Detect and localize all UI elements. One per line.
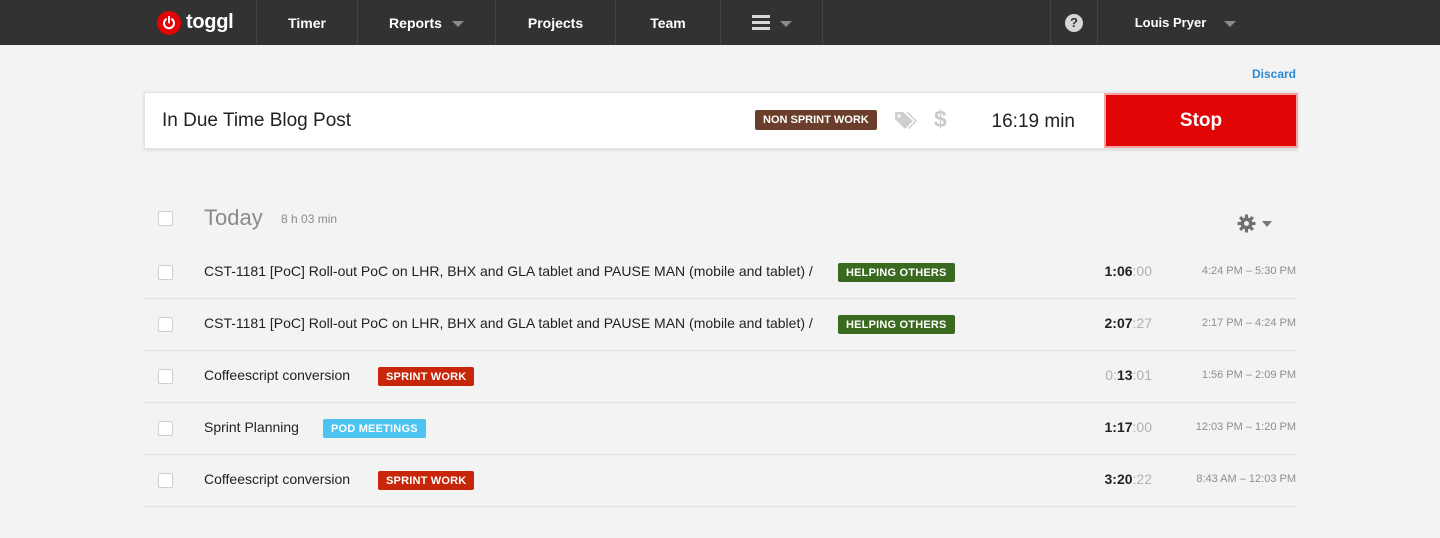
nav-more-menu[interactable] <box>721 0 823 45</box>
time-entry-row[interactable]: Coffeescript conversion SPRINT WORK 3:20… <box>144 455 1296 507</box>
entry-project-badge[interactable]: HELPING OTHERS <box>838 263 955 282</box>
help-icon: ? <box>1065 13 1083 32</box>
entry-duration[interactable]: 1:06:00 <box>1105 263 1153 279</box>
time-entry-row[interactable]: CST-1181 [PoC] Roll-out PoC on LHR, BHX … <box>144 299 1296 351</box>
entry-duration[interactable]: 3:20:22 <box>1105 471 1153 487</box>
power-icon <box>157 10 181 35</box>
entry-checkbox[interactable] <box>158 369 173 384</box>
entry-checkbox[interactable] <box>158 265 173 280</box>
entry-time-range[interactable]: 8:43 AM – 12:03 PM <box>1196 473 1296 485</box>
duration-prefix: 0: <box>1105 367 1117 383</box>
logo-text: toggl <box>186 11 234 33</box>
entry-project-badge[interactable]: HELPING OTHERS <box>838 315 955 334</box>
duration-main: 13 <box>1116 367 1133 383</box>
duration-main: 3:20 <box>1104 471 1133 487</box>
time-entry-row[interactable]: Coffeescript conversion SPRINT WORK 0:13… <box>144 351 1296 403</box>
entry-project-badge[interactable]: SPRINT WORK <box>378 367 475 386</box>
chevron-down-icon <box>451 20 464 27</box>
discard-link[interactable]: Discard <box>1220 67 1296 81</box>
day-total: 8 h 03 min <box>281 212 338 226</box>
duration-seconds: :00 <box>1132 263 1152 279</box>
help-button[interactable]: ? <box>1050 0 1098 45</box>
duration-seconds: :00 <box>1132 419 1152 435</box>
nav-timer-label: Timer <box>288 14 326 31</box>
nav-team[interactable]: Team <box>616 0 721 45</box>
entry-duration[interactable]: 0:13:01 <box>1105 367 1152 383</box>
entry-project-badge[interactable]: SPRINT WORK <box>378 471 475 490</box>
entry-description[interactable]: Coffeescript conversion <box>204 367 350 383</box>
top-navigation-bar: toggl Timer Reports Projects Team ? Loui… <box>0 0 1440 45</box>
entry-time-range[interactable]: 4:24 PM – 5:30 PM <box>1202 265 1296 277</box>
select-day-checkbox[interactable] <box>158 211 173 226</box>
duration-main: 1:06 <box>1104 263 1133 279</box>
entry-time-range[interactable]: 2:17 PM – 4:24 PM <box>1202 317 1296 329</box>
chevron-down-icon <box>1224 20 1237 27</box>
entry-time-range[interactable]: 1:56 PM – 2:09 PM <box>1202 369 1296 381</box>
dollar-icon[interactable]: $ <box>934 106 947 133</box>
duration-seconds: :01 <box>1132 367 1152 383</box>
running-timer-bar: In Due Time Blog Post NON SPRINT WORK $ … <box>144 92 1298 149</box>
entry-description[interactable]: Coffeescript conversion <box>204 471 350 487</box>
chevron-down-icon <box>1262 220 1272 227</box>
entry-duration[interactable]: 1:17:00 <box>1105 419 1153 435</box>
duration-seconds: :27 <box>1132 315 1152 331</box>
timer-project-badge[interactable]: NON SPRINT WORK <box>755 110 877 130</box>
user-menu[interactable]: Louis Pryer <box>1098 0 1273 45</box>
chevron-down-icon <box>779 20 792 27</box>
duration-seconds: :22 <box>1132 471 1152 487</box>
time-entry-row[interactable]: Sprint Planning POD MEETINGS 1:17:00 12:… <box>144 403 1296 455</box>
entry-checkbox[interactable] <box>158 421 173 436</box>
entry-description[interactable]: CST-1181 [PoC] Roll-out PoC on LHR, BHX … <box>204 315 813 331</box>
nav-reports[interactable]: Reports <box>358 0 496 45</box>
day-title: Today <box>204 205 263 230</box>
nav-team-label: Team <box>650 14 686 31</box>
entry-project-badge[interactable]: POD MEETINGS <box>323 419 426 438</box>
user-name: Louis Pryer <box>1134 15 1207 30</box>
entry-duration[interactable]: 2:07:27 <box>1105 315 1153 331</box>
duration-main: 2:07 <box>1104 315 1133 331</box>
toggl-logo[interactable]: toggl <box>157 10 234 35</box>
entry-checkbox[interactable] <box>158 317 173 332</box>
entry-time-range[interactable]: 12:03 PM – 1:20 PM <box>1196 421 1296 433</box>
duration-main: 1:17 <box>1104 419 1133 435</box>
timer-duration[interactable]: 16:19 min <box>981 111 1075 133</box>
entry-description[interactable]: CST-1181 [PoC] Roll-out PoC on LHR, BHX … <box>204 263 813 279</box>
nav-timer[interactable]: Timer <box>256 0 358 45</box>
tag-icon[interactable] <box>893 109 919 131</box>
entry-checkbox[interactable] <box>158 473 173 488</box>
nav-reports-label: Reports <box>389 14 442 31</box>
timer-description[interactable]: In Due Time Blog Post <box>162 110 351 132</box>
stop-button[interactable]: Stop <box>1104 93 1298 148</box>
nav-projects[interactable]: Projects <box>496 0 616 45</box>
nav-projects-label: Projects <box>527 14 584 31</box>
hamburger-menu-icon <box>751 15 770 30</box>
entry-description[interactable]: Sprint Planning <box>204 419 299 435</box>
time-entry-row[interactable]: CST-1181 [PoC] Roll-out PoC on LHR, BHX … <box>144 247 1296 299</box>
day-settings-menu[interactable] <box>1237 214 1272 233</box>
gear-icon <box>1237 214 1256 233</box>
